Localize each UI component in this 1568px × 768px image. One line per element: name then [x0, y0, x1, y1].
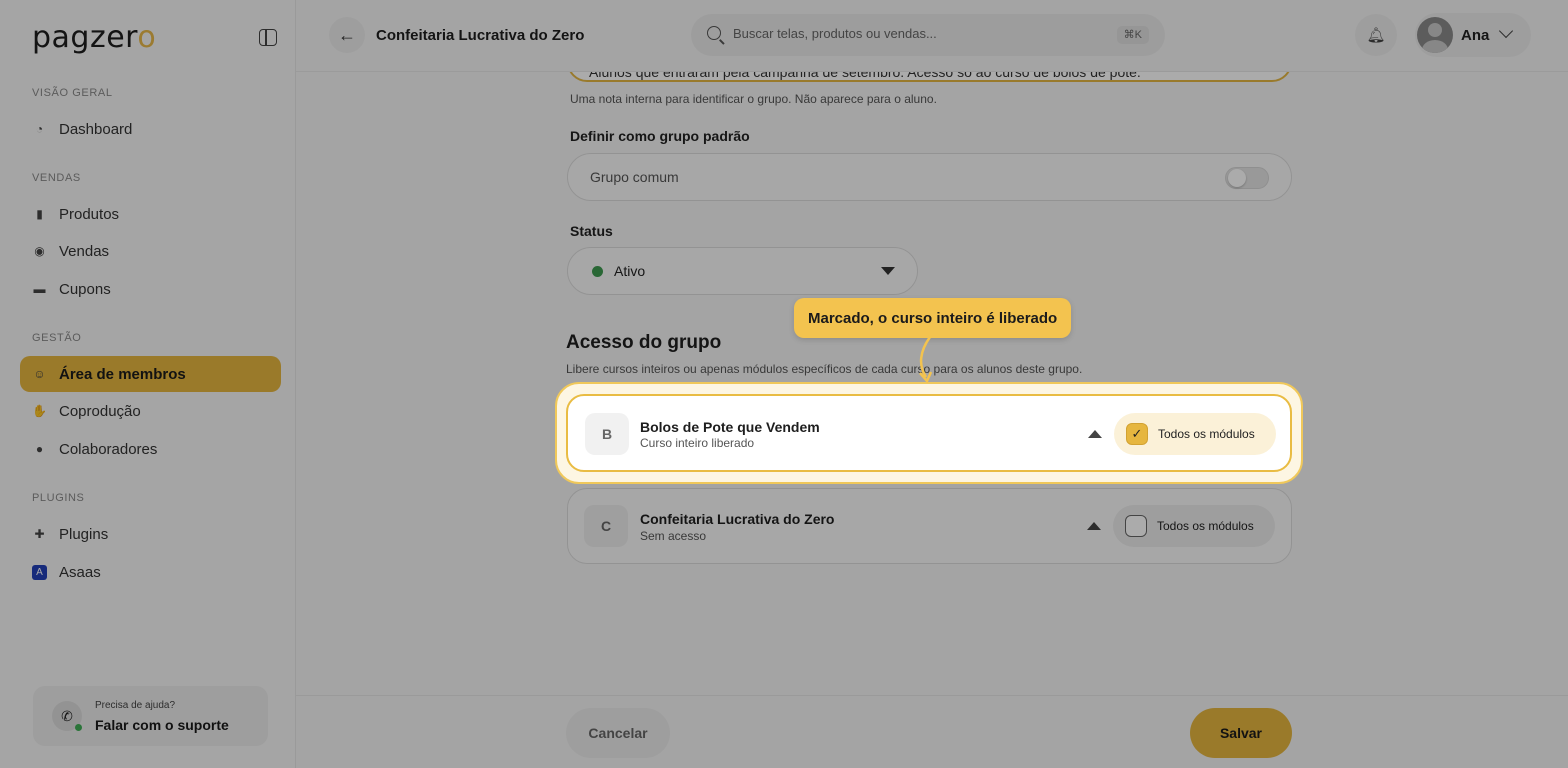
all-modules-label: Todos os módulos — [1158, 427, 1255, 441]
course-access-status: Curso inteiro liberado — [640, 436, 755, 450]
expand-caret-icon[interactable] — [1088, 430, 1102, 438]
course-initial-badge: B — [585, 413, 629, 455]
all-modules-toggle[interactable]: ✓ Todos os módulos — [1114, 413, 1276, 455]
course-name: Bolos de Pote que Vendem — [640, 419, 820, 435]
checkmark-icon[interactable]: ✓ — [1126, 423, 1148, 445]
tour-tooltip: Marcado, o curso inteiro é liberado — [794, 298, 1072, 338]
tooltip-pointer-icon — [919, 337, 933, 384]
course-row-highlighted[interactable]: B Bolos de Pote que Vendem Curso inteiro… — [566, 394, 1292, 472]
